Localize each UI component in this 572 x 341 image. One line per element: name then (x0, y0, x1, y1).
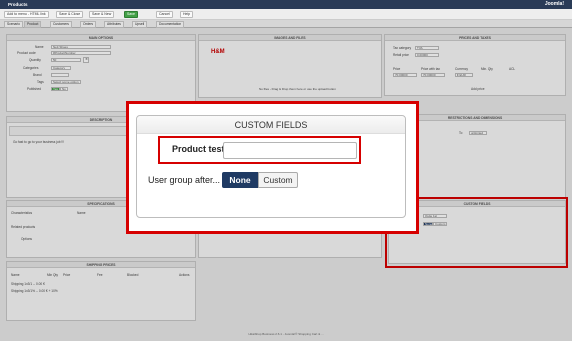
save-new-button[interactable]: Save & New (89, 11, 115, 18)
save-close-button[interactable]: Save & Close (56, 11, 84, 18)
product-test-label: Product test (172, 144, 225, 154)
window-titlebar: Products Joomla! (0, 0, 572, 9)
save-button[interactable]: Save (124, 11, 138, 18)
help-button[interactable]: Help (180, 11, 194, 18)
product-test-input[interactable] (223, 142, 357, 159)
dialog-title: CUSTOM FIELDS (137, 116, 405, 134)
window-title: Products (8, 2, 28, 7)
none-toggle-button[interactable]: None (222, 172, 258, 188)
add-to-menu-button[interactable]: Add to menu - HTML link (4, 11, 49, 18)
user-group-label: User group after... (148, 175, 221, 185)
joomla-logo: Joomla! (544, 1, 564, 7)
toolbar: Add to menu - HTML link Save & Close Sav… (0, 9, 572, 20)
cancel-button[interactable]: Cancel (156, 11, 173, 18)
custom-fields-dialog: CUSTOM FIELDS (136, 115, 406, 218)
custom-toggle-button[interactable]: Custom (258, 172, 298, 188)
